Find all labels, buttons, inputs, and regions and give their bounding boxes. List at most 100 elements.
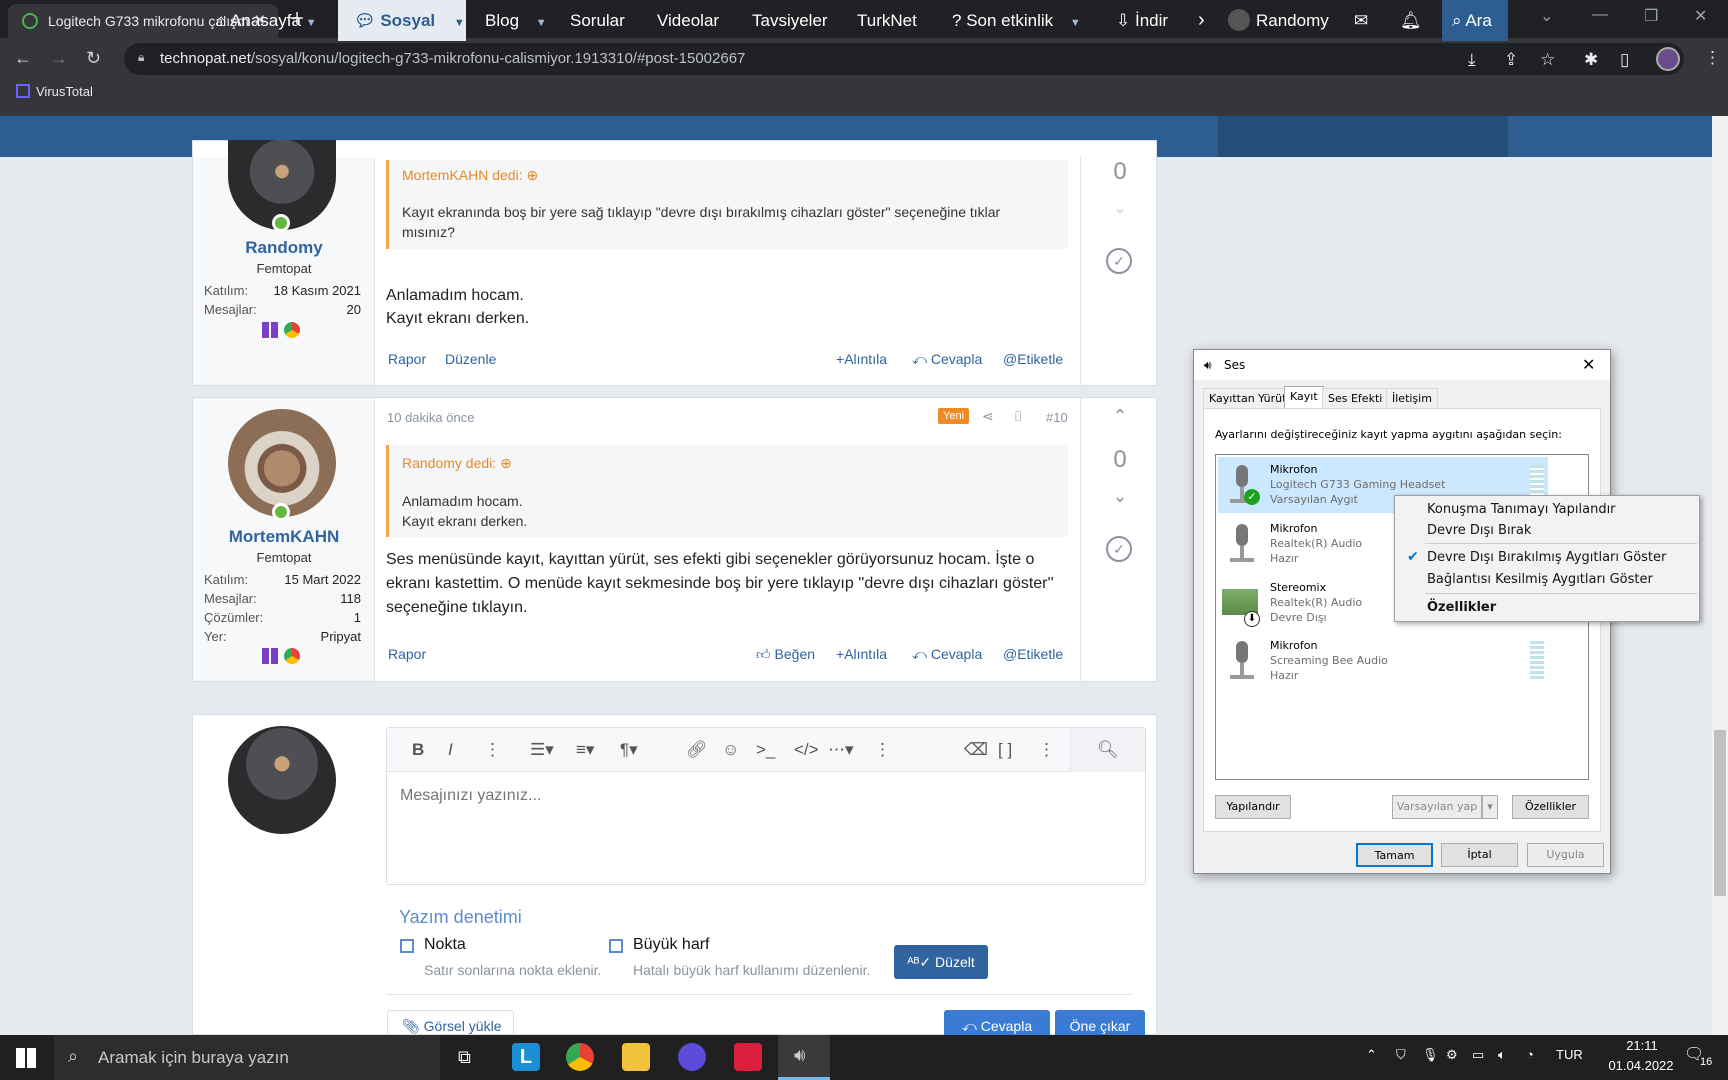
clock-date[interactable]: 01.04.2022: [1598, 1058, 1684, 1073]
nokta-label[interactable]: Nokta: [424, 936, 466, 954]
bookmark-post-icon[interactable]: ⌷: [1014, 408, 1022, 425]
link-icon[interactable]: 🔗︎: [686, 740, 708, 760]
code-inline-icon[interactable]: >_: [756, 740, 775, 760]
file-explorer-icon[interactable]: [622, 1043, 650, 1071]
install-icon[interactable]: ⤓: [1468, 50, 1476, 70]
bookmark-virustotal[interactable]: VirusTotal: [16, 84, 93, 99]
italic-icon[interactable]: I: [448, 740, 453, 760]
bell-icon[interactable]: 🔔︎: [1400, 0, 1422, 41]
nav-recent-activity[interactable]: ? Son etkinlik ▼: [952, 0, 1081, 41]
like-link[interactable]: 👍︎ Beğen: [756, 646, 815, 663]
fix-button[interactable]: ᴬᴮ✓ Düzelt: [894, 945, 988, 979]
share-icon[interactable]: ⇪: [1504, 50, 1518, 70]
upload-image-button[interactable]: 📎︎ Görsel yükle: [387, 1010, 514, 1035]
bold-icon[interactable]: B: [412, 740, 424, 760]
scrollbar-thumb[interactable]: [1714, 730, 1726, 896]
list-icon[interactable]: ☰▾: [530, 740, 554, 760]
reply-link[interactable]: ⤺ Cevapla: [912, 351, 982, 368]
side-panel-icon[interactable]: ▯: [1620, 50, 1629, 70]
page-scrollbar[interactable]: [1712, 116, 1728, 1035]
chevron-down-icon[interactable]: ▼: [1070, 17, 1081, 29]
chevron-down-icon[interactable]: ▼: [536, 17, 547, 29]
tag-link[interactable]: @Etiketle: [1003, 351, 1063, 367]
share-post-icon[interactable]: ⋖: [982, 408, 994, 425]
more-text-icon[interactable]: ⋮: [484, 740, 501, 760]
nav-recommendations[interactable]: Tavsiyeler: [752, 0, 828, 41]
quote-link[interactable]: +Alıntıla: [836, 646, 887, 662]
dialog-close-icon[interactable]: ✕: [1582, 355, 1595, 374]
more-options-icon[interactable]: ⋮: [1038, 740, 1055, 760]
username[interactable]: Randomy: [193, 238, 375, 258]
tab-recording[interactable]: Kayıt: [1284, 386, 1324, 408]
align-icon[interactable]: ≡▾: [576, 740, 594, 760]
menu-item-disable[interactable]: Devre Dışı Bırak: [1427, 523, 1531, 538]
tab-playback[interactable]: Kayıttan Yürüt: [1203, 388, 1293, 408]
tab-sound-effects[interactable]: Ses Efekti: [1322, 388, 1389, 408]
clock-time[interactable]: 21:11: [1612, 1038, 1672, 1053]
notification-center-icon[interactable]: 🗨︎ 16: [1684, 1044, 1718, 1072]
bbcode-icon[interactable]: [ ]: [998, 740, 1012, 760]
network-icon[interactable]: ◔: [1526, 1047, 1534, 1062]
close-window-icon[interactable]: ✕: [1694, 6, 1707, 26]
solution-check-icon[interactable]: ✓: [1106, 536, 1132, 562]
url-bar[interactable]: 🔒︎ technopat.net/sosyal/konu/logitech-g7…: [124, 43, 1684, 75]
cancel-button[interactable]: İptal: [1441, 843, 1518, 867]
arrow-up-circle-icon[interactable]: ⊕: [500, 455, 512, 471]
pocket-icon[interactable]: [734, 1043, 762, 1071]
solution-check-icon[interactable]: ✓: [1106, 248, 1132, 274]
tray-overflow-icon[interactable]: ⌃: [1366, 1047, 1377, 1063]
nav-home[interactable]: ⌂ Anasayfa ▼: [208, 0, 325, 41]
quote-author[interactable]: MortemKAHN dedi: ⊕: [402, 167, 538, 184]
set-default-button[interactable]: Varsayılan yap: [1392, 795, 1482, 819]
nav-scroll-right-icon[interactable]: ›: [1198, 0, 1205, 41]
nav-blog[interactable]: Blog ▼: [485, 0, 547, 41]
security-icon[interactable]: ⛉: [1396, 1047, 1406, 1063]
eraser-icon[interactable]: ⌫: [964, 740, 988, 760]
reply-button[interactable]: ⤺ Cevapla: [944, 1010, 1050, 1035]
quote-link[interactable]: +Alıntıla: [836, 351, 887, 367]
properties-button[interactable]: Özellikler: [1512, 795, 1589, 819]
preview-submit-button[interactable]: Öne çıkar: [1055, 1010, 1145, 1035]
app-l-icon[interactable]: L: [512, 1043, 540, 1071]
tab-communications[interactable]: İletişim: [1386, 388, 1438, 408]
profile-avatar[interactable]: [1656, 47, 1680, 71]
discord-icon[interactable]: [678, 1043, 706, 1071]
reply-link[interactable]: ⤺ Cevapla: [912, 646, 982, 663]
downvote-icon[interactable]: ⌄: [1100, 486, 1140, 507]
extensions-icon[interactable]: ✱: [1584, 50, 1598, 70]
upvote-icon[interactable]: ⌃: [1100, 406, 1140, 427]
uppercase-label[interactable]: Büyük harf: [633, 936, 709, 954]
post-number[interactable]: #10: [1046, 410, 1068, 425]
language-indicator[interactable]: TUR: [1556, 1047, 1583, 1062]
apply-button[interactable]: Uygula: [1527, 843, 1604, 867]
reload-icon[interactable]: ↻: [86, 48, 101, 69]
chrome-taskbar-icon[interactable]: [566, 1043, 594, 1071]
volume-icon[interactable]: 🔈︎: [1498, 1047, 1506, 1063]
configure-button[interactable]: Yapılandır: [1215, 795, 1291, 819]
nav-social[interactable]: 💬︎ Sosyal ▼: [338, 0, 466, 41]
downvote-icon[interactable]: ⌄: [1100, 198, 1140, 218]
avatar[interactable]: [228, 409, 336, 517]
uppercase-checkbox[interactable]: [609, 939, 623, 953]
emoji-icon[interactable]: ☺: [722, 740, 739, 760]
chevron-down-icon[interactable]: ▼: [454, 17, 465, 29]
microphone-tray-icon[interactable]: 🎙︎: [1422, 1047, 1439, 1063]
minimize-icon[interactable]: —: [1592, 6, 1608, 24]
nav-user[interactable]: Randomy: [1228, 0, 1329, 41]
arrow-up-circle-icon[interactable]: ⊕: [526, 167, 538, 183]
bookmark-star-icon[interactable]: ☆: [1540, 50, 1555, 70]
windows-start-icon[interactable]: [16, 1048, 36, 1068]
forward-icon[interactable]: →: [50, 48, 68, 69]
menu-item-show-disabled[interactable]: ✔ Devre Dışı Bırakılmış Aygıtları Göster: [1397, 546, 1697, 568]
nav-questions[interactable]: Sorular: [570, 0, 625, 41]
steam-icon[interactable]: ⚙: [1446, 1047, 1458, 1063]
chevron-down-icon[interactable]: ▼: [306, 17, 317, 29]
menu-item-speech-recognition[interactable]: Konuşma Tanımayı Yapılandır: [1427, 502, 1616, 517]
taskbar-search[interactable]: ⌕ Aramak için buraya yazın: [54, 1035, 440, 1080]
sound-settings-taskbar[interactable]: 🔊︎: [778, 1035, 830, 1080]
edit-link[interactable]: Düzenle: [445, 351, 496, 367]
preview-button[interactable]: 🔍︎: [1070, 728, 1145, 772]
device-item[interactable]: Mikrofon Screaming Bee Audio Hazır: [1218, 633, 1548, 689]
back-icon[interactable]: ←: [14, 48, 32, 69]
report-link[interactable]: Rapor: [388, 646, 426, 662]
